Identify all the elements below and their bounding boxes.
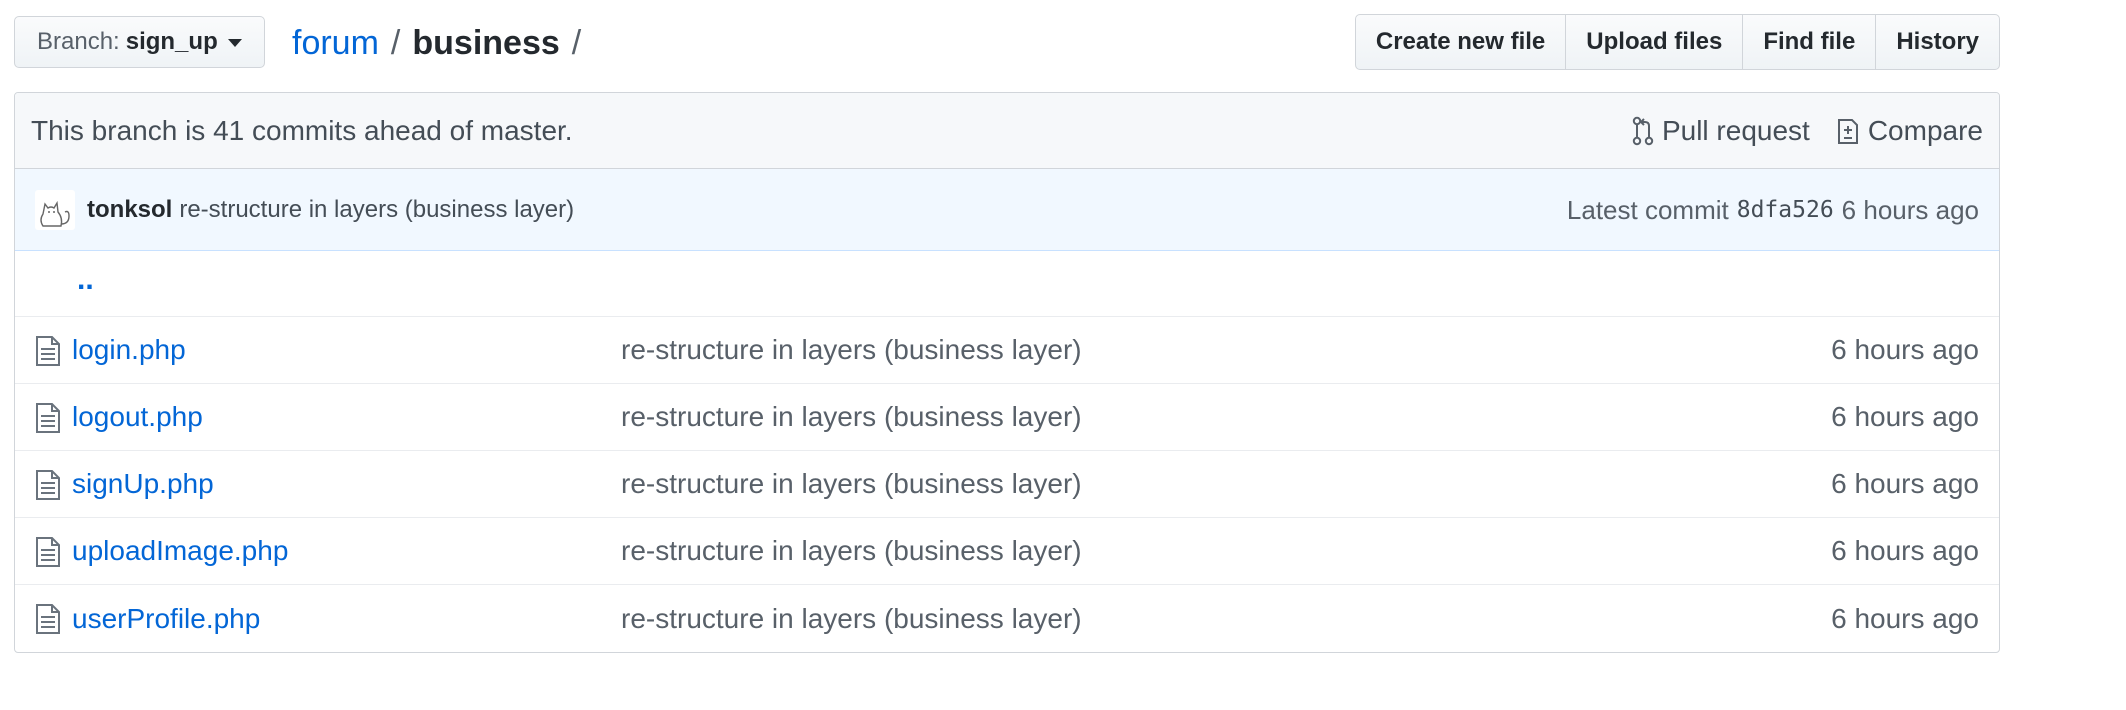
caret-down-icon [227,39,242,47]
parent-directory-row: .. [15,251,1999,317]
avatar[interactable] [35,189,75,230]
file-icon [36,604,60,634]
git-pull-request-icon [1632,116,1654,146]
diff-icon [1837,119,1858,144]
file-navigation: Branch: sign_up forum / business / Creat… [14,14,2000,70]
file-icon [36,403,60,433]
compare-link[interactable]: Compare [1836,115,1983,147]
branch-name: sign_up [125,28,218,55]
file-actions-group: Create new file Upload files Find file H… [1354,14,2000,70]
compare-label: Compare [1867,115,1983,146]
file-commit-age: 6 hours ago [1831,535,1979,566]
latest-commit-bar: tonksol re-structure in layers (business… [15,169,1999,251]
file-list-box: This branch is 41 commits ahead of maste… [14,92,2000,653]
branch-status-text: This branch is 41 commits ahead of maste… [31,114,573,146]
breadcrumb-current-dir: business [412,23,560,62]
file-name-link[interactable]: logout.php [72,401,203,433]
file-name-link[interactable]: userProfile.php [72,603,260,635]
file-row: login.php re-structure in layers (busine… [15,317,1999,384]
file-commit-message-link[interactable]: re-structure in layers (business layer) [621,334,1082,366]
pull-request-link[interactable]: Pull request [1632,115,1810,147]
file-commit-message-link[interactable]: re-structure in layers (business layer) [621,603,1082,635]
commit-meta: Latest commit 8dfa526 6 hours ago [1567,169,1979,251]
file-name-link[interactable]: signUp.php [72,468,214,500]
branch-label: Branch: [37,28,120,55]
breadcrumb: forum / business / [292,18,593,68]
file-name-link[interactable]: login.php [72,334,186,366]
file-commit-age: 6 hours ago [1831,401,1979,432]
file-icon [36,470,60,500]
upload-files-button[interactable]: Upload files [1565,14,1744,70]
file-rows: login.php re-structure in layers (busine… [15,317,1999,652]
commit-age: 6 hours ago [1841,194,1979,225]
file-browser-page: Branch: sign_up forum / business / Creat… [0,0,2126,710]
find-file-button[interactable]: Find file [1742,14,1877,70]
branch-infobar: This branch is 41 commits ahead of maste… [15,93,1999,169]
file-commit-age: 6 hours ago [1831,602,1979,634]
file-row: userProfile.php re-structure in layers (… [15,585,1999,652]
file-row: logout.php re-structure in layers (busin… [15,384,1999,451]
file-name-link[interactable]: uploadImage.php [72,535,288,567]
file-icon [36,537,60,567]
commit-message-link[interactable]: re-structure in layers (business layer) [179,196,574,224]
history-button[interactable]: History [1875,14,2000,70]
commit-sha-link[interactable]: 8dfa526 [1737,197,1834,223]
branch-actions: Pull request Compare [1606,93,1983,169]
file-commit-age: 6 hours ago [1831,468,1979,499]
create-new-file-button[interactable]: Create new file [1354,14,1567,70]
file-row: signUp.php re-structure in layers (busin… [15,451,1999,518]
file-row: uploadImage.php re-structure in layers (… [15,518,1999,585]
branch-select-button[interactable]: Branch: sign_up [14,16,265,68]
breadcrumb-repo-link[interactable]: forum [292,24,379,63]
file-commit-age: 6 hours ago [1831,334,1979,365]
latest-commit-label: Latest commit [1566,194,1729,225]
file-commit-message-link[interactable]: re-structure in layers (business layer) [621,401,1082,433]
parent-directory-link[interactable]: .. [77,263,94,297]
file-commit-message-link[interactable]: re-structure in layers (business layer) [621,535,1082,567]
pull-request-label: Pull request [1661,115,1810,146]
file-commit-message-link[interactable]: re-structure in layers (business layer) [621,468,1082,500]
file-icon [36,336,60,366]
commit-author-link[interactable]: tonksol [87,196,172,224]
avatar-cat-icon [40,200,70,227]
breadcrumb-separator: / [390,23,401,62]
breadcrumb-separator: / [571,23,582,62]
